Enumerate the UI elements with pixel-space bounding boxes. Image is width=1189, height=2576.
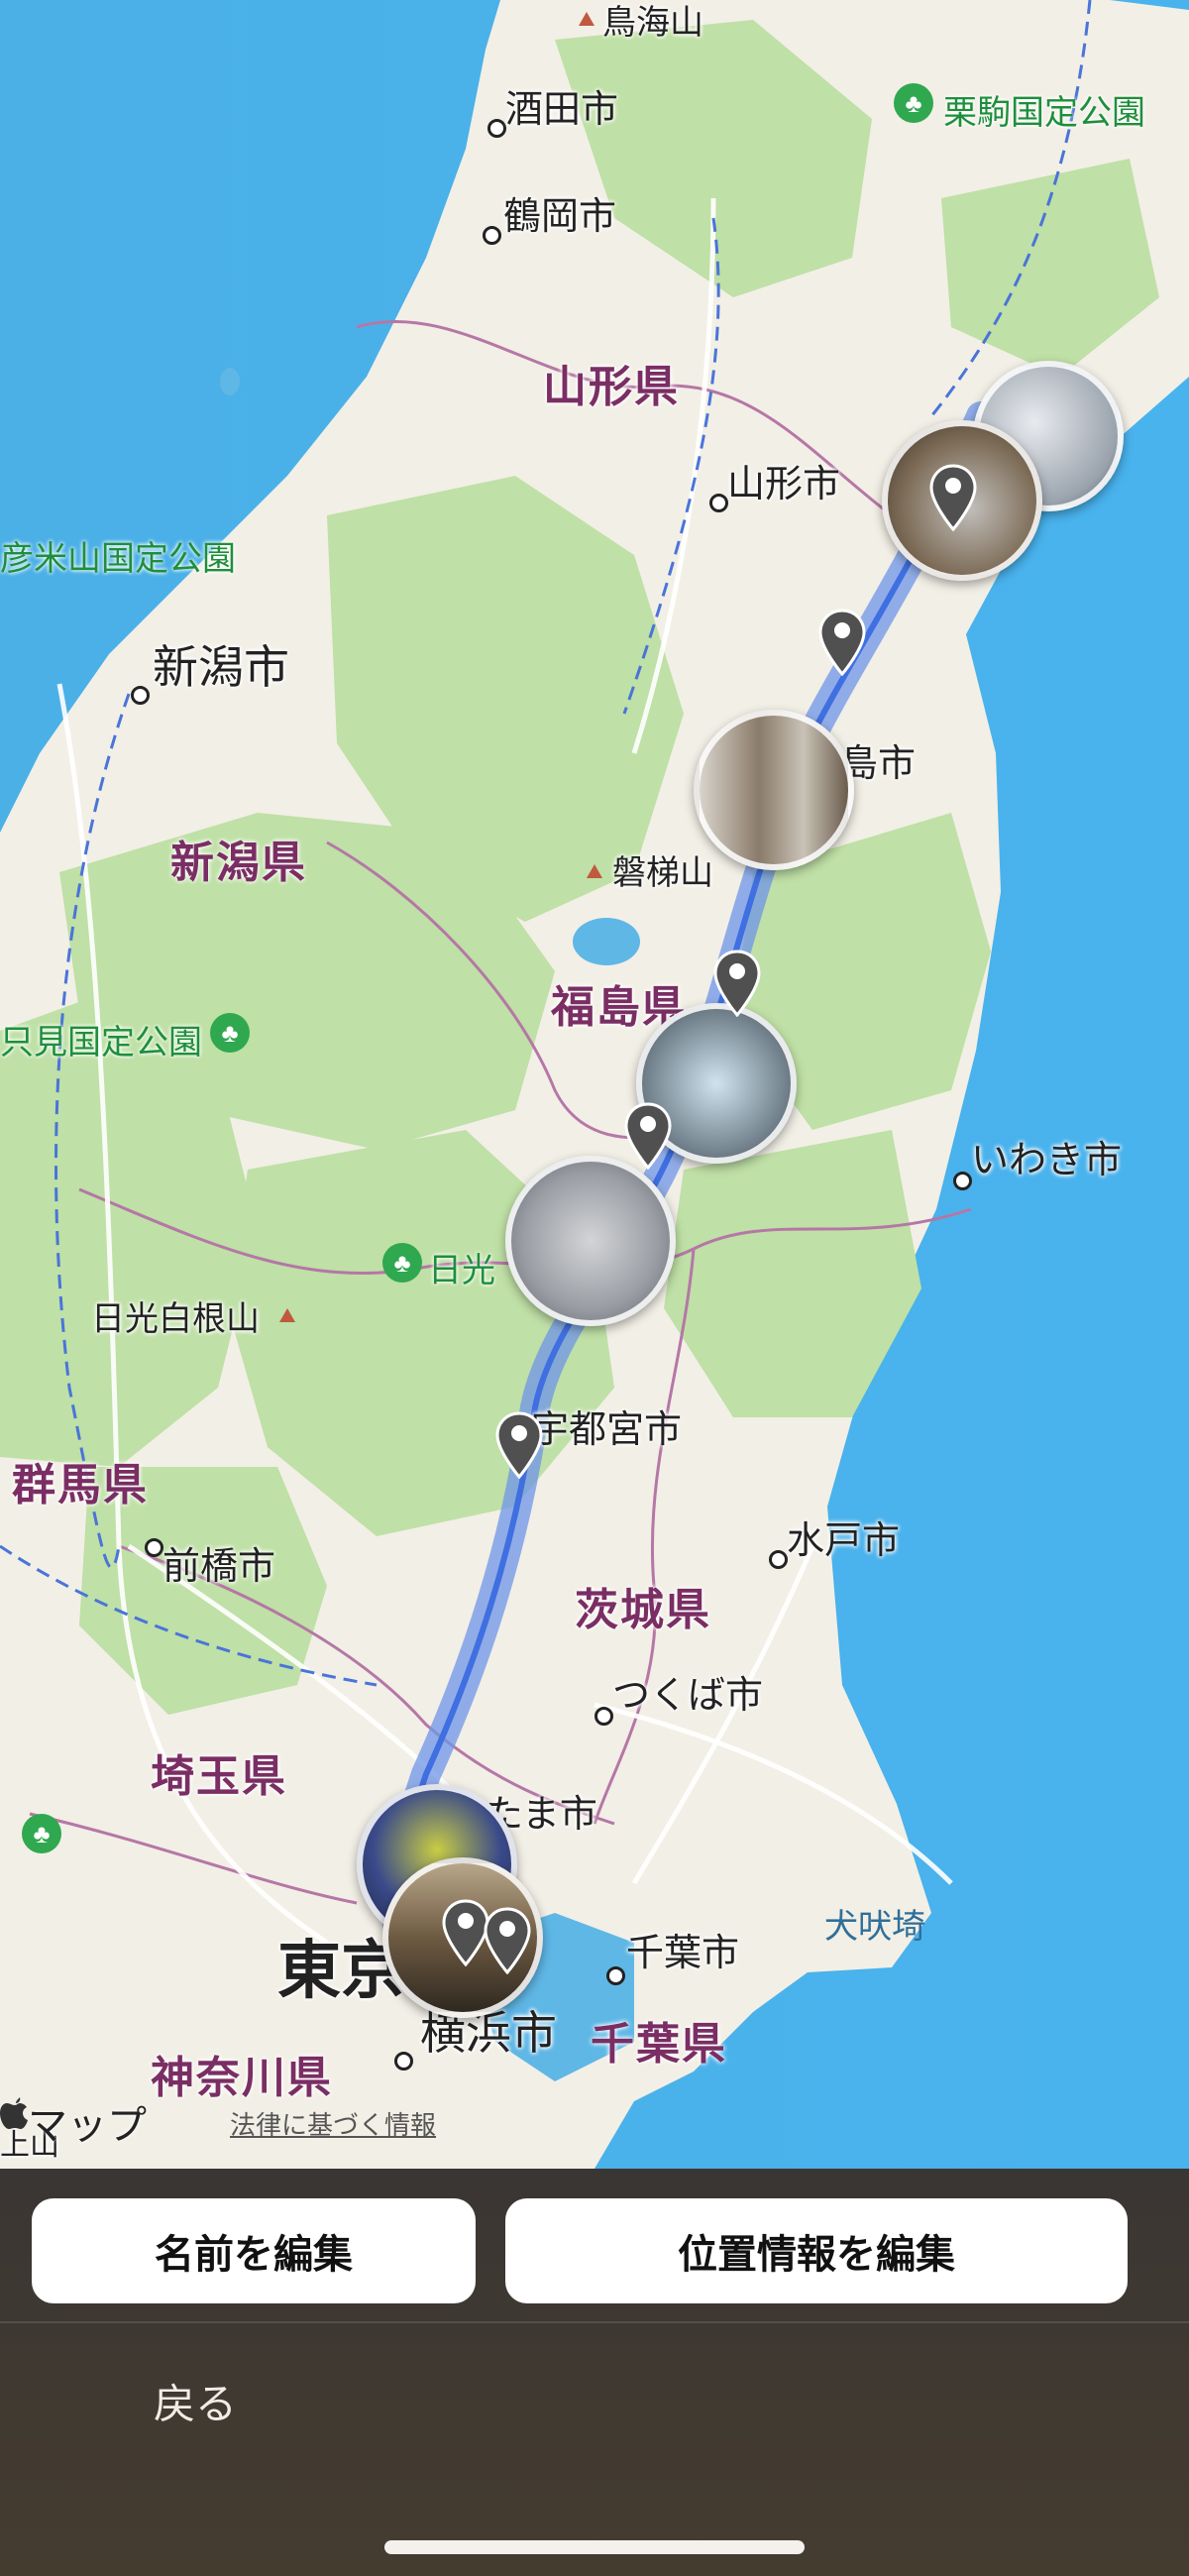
map-view[interactable]: 山形県 新潟県 福島県 群馬県 茨城県 埼玉県 神奈川県 千葉県 酒田市 鶴岡市… — [0, 0, 1189, 2169]
legal-info-link[interactable]: 法律に基づく情報 — [230, 2105, 436, 2142]
city-label-iwaki: いわき市 — [971, 1140, 1123, 1181]
park-label-tadami: 只見国定公園 — [0, 1024, 202, 1062]
pref-label-kanagawa: 神奈川県 — [151, 2054, 333, 2102]
park-tree-icon: ♣ — [210, 1013, 250, 1053]
location-pin-icon[interactable] — [818, 609, 866, 676]
mountain-icon — [579, 12, 594, 26]
divider — [0, 2321, 1189, 2323]
park-label-yonezan: 彦米山国定公園 — [0, 540, 236, 578]
city-label-sakata: 酒田市 — [505, 89, 619, 131]
city-label-maebashi: 前橋市 — [162, 1546, 276, 1588]
sea-label-inubosaki: 犬吠埼 — [824, 1908, 925, 1946]
map-terrain — [0, 0, 1189, 2169]
city-dot — [131, 686, 150, 705]
city-dot — [709, 494, 728, 512]
city-label-tsukuba: つくば市 — [612, 1675, 764, 1717]
photo-thumbnail[interactable] — [505, 1156, 676, 1326]
city-dot — [394, 2052, 413, 2071]
location-pin-icon[interactable] — [442, 1899, 489, 1966]
mountain-label-bandai: 磐梯山 — [612, 854, 713, 892]
city-dot — [953, 1172, 972, 1190]
park-tree-icon: ♣ — [894, 83, 933, 123]
city-label-niigata: 新潟市 — [153, 641, 289, 693]
pref-label-ibaraki: 茨城県 — [575, 1586, 711, 1634]
city-dot — [483, 226, 501, 245]
city-label-utsunomiya: 宇都宮市 — [531, 1409, 683, 1451]
park-tree-icon: ♣ — [22, 1814, 61, 1853]
pref-label-gunma: 群馬県 — [12, 1461, 149, 1510]
pref-label-saitama: 埼玉県 — [151, 1752, 287, 1801]
pref-label-niigata: 新潟県 — [170, 839, 307, 887]
mountain-label-nikko-shirane: 日光白根山 — [91, 1300, 260, 1338]
city-dot — [594, 1707, 613, 1726]
city-label-yokohama: 横浜市 — [420, 2007, 557, 2059]
mountain-icon — [587, 864, 602, 878]
pref-label-yamagata: 山形県 — [543, 363, 680, 411]
city-label-chiba: 千葉市 — [626, 1933, 740, 1974]
mountain-label-chokai: 鳥海山 — [602, 4, 703, 42]
park-label-kurikoma: 栗駒国定公園 — [943, 94, 1145, 132]
edit-location-button[interactable]: 位置情報を編集 — [505, 2198, 1128, 2303]
city-label-tsuruoka: 鶴岡市 — [503, 196, 617, 238]
location-pin-icon[interactable] — [495, 1411, 543, 1479]
city-dot — [145, 1538, 163, 1557]
location-pin-icon[interactable] — [713, 950, 761, 1017]
maps-brand-label: マップ — [28, 2104, 147, 2148]
mountain-icon — [279, 1308, 295, 1322]
park-tree-icon: ♣ — [382, 1243, 422, 1283]
pref-label-chiba: 千葉県 — [591, 2020, 727, 2069]
photo-thumbnail[interactable] — [694, 710, 854, 870]
back-button[interactable]: 戻る — [154, 2371, 237, 2431]
location-pin-icon[interactable] — [929, 464, 977, 531]
location-pin-icon[interactable] — [484, 1907, 531, 1974]
location-pin-icon[interactable] — [624, 1102, 672, 1170]
city-dot — [769, 1550, 788, 1569]
city-label-mito: 水戸市 — [787, 1520, 901, 1562]
park-label-nikko: 日光 — [428, 1252, 495, 1289]
edit-name-button[interactable]: 名前を編集 — [32, 2198, 476, 2303]
city-label-yamagata: 山形市 — [727, 464, 841, 505]
apple-logo-icon — [0, 2097, 28, 2129]
city-dot — [606, 1966, 625, 1985]
home-indicator[interactable] — [384, 2540, 805, 2554]
city-dot — [487, 119, 506, 138]
